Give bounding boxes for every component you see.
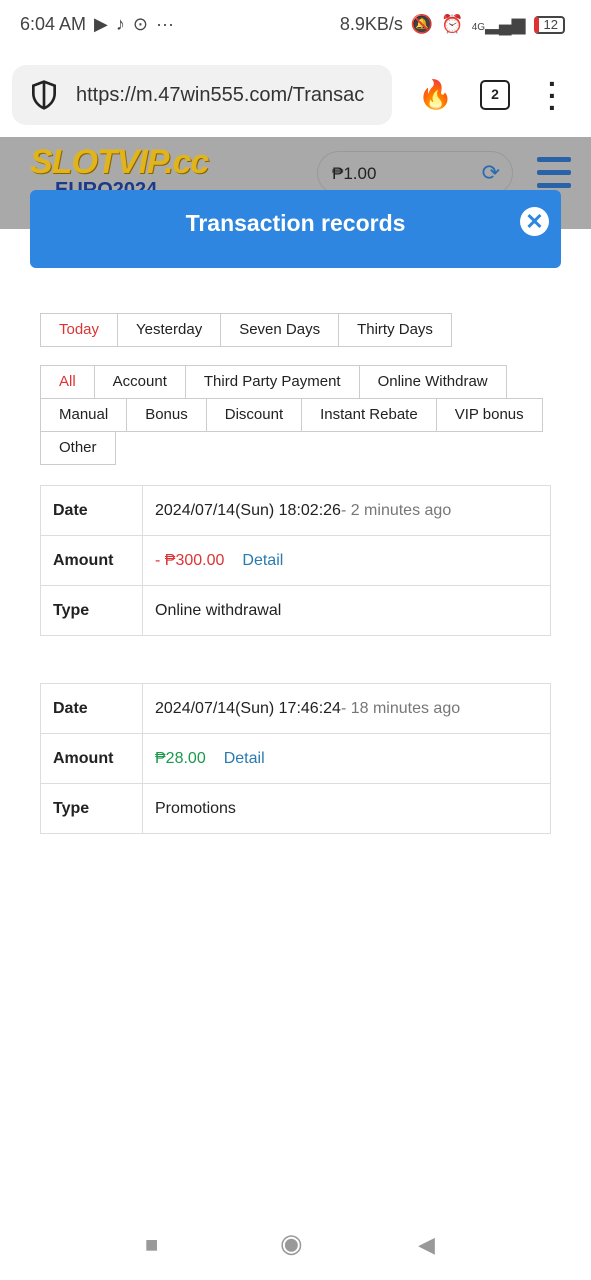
amount-label: Amount bbox=[40, 535, 143, 586]
table-row: Date 2024/07/14(Sun) 17:46:24- 18 minutes… bbox=[40, 683, 551, 734]
clock: 6:04 AM bbox=[20, 14, 87, 34]
period-filter: Today Yesterday Seven Days Thirty Days bbox=[40, 313, 452, 347]
modal-title: Transaction records bbox=[185, 210, 406, 236]
period-seven-days[interactable]: Seven Days bbox=[220, 313, 340, 347]
alarm-icon: ⏰ bbox=[441, 14, 464, 34]
category-discount[interactable]: Discount bbox=[205, 398, 303, 432]
record-date: 2024/07/14(Sun) 17:46:24 bbox=[155, 699, 341, 717]
category-filter: All Account Third Party Payment Online W… bbox=[40, 365, 550, 465]
date-label: Date bbox=[40, 683, 143, 734]
close-icon[interactable]: ✕ bbox=[520, 207, 549, 236]
flame-icon[interactable]: 🔥 bbox=[418, 78, 453, 111]
table-row: Type Promotions bbox=[40, 783, 551, 834]
category-all[interactable]: All bbox=[40, 365, 95, 399]
category-other[interactable]: Other bbox=[40, 431, 116, 465]
category-instant-rebate[interactable]: Instant Rebate bbox=[301, 398, 437, 432]
record-amount: ₱28.00 bbox=[155, 749, 206, 767]
modal-header: Transaction records ✕ bbox=[30, 190, 561, 268]
back-button[interactable]: ◀ bbox=[418, 1232, 435, 1258]
record-ago: - 18 minutes ago bbox=[340, 699, 461, 717]
date-label: Date bbox=[40, 485, 143, 536]
mute-icon: 🔕 bbox=[410, 14, 434, 34]
category-account[interactable]: Account bbox=[93, 365, 186, 399]
site-logo[interactable]: SLOTVIP.cc bbox=[30, 143, 209, 182]
detail-link[interactable]: Detail bbox=[242, 552, 283, 569]
category-third-party-payment[interactable]: Third Party Payment bbox=[184, 365, 360, 399]
record-type: Online withdrawal bbox=[142, 585, 551, 636]
more-icon: ··· bbox=[155, 14, 174, 34]
signal-icon: 4G▂▄▆ bbox=[471, 14, 526, 34]
tiktok-icon: ♪ bbox=[115, 14, 125, 34]
refresh-icon[interactable]: ⟳ bbox=[482, 160, 500, 186]
category-bonus[interactable]: Bonus bbox=[126, 398, 207, 432]
recents-button[interactable]: ■ bbox=[145, 1232, 158, 1258]
category-online-withdraw[interactable]: Online Withdraw bbox=[358, 365, 507, 399]
table-row: Date 2024/07/14(Sun) 18:02:26- 2 minutes … bbox=[40, 485, 551, 536]
record-date: 2024/07/14(Sun) 18:02:26 bbox=[155, 501, 341, 519]
record-amount: - ₱300.00 bbox=[155, 551, 225, 569]
shield-icon[interactable] bbox=[28, 79, 60, 111]
download-icon: ⊙ bbox=[132, 14, 148, 34]
period-thirty-days[interactable]: Thirty Days bbox=[338, 313, 452, 347]
browser-menu-button[interactable]: · · · bbox=[548, 70, 557, 122]
tab-count-button[interactable]: 2 bbox=[480, 80, 510, 110]
table-row: Amount - ₱300.00 Detail bbox=[40, 535, 551, 586]
youtube-icon: ▶ bbox=[94, 14, 108, 34]
category-vip-bonus[interactable]: VIP bonus bbox=[435, 398, 543, 432]
detail-link[interactable]: Detail bbox=[224, 750, 265, 767]
period-today[interactable]: Today bbox=[40, 313, 119, 347]
address-bar[interactable]: https://m.47win555.com/Transac bbox=[12, 65, 392, 125]
category-manual[interactable]: Manual bbox=[40, 398, 128, 432]
table-row: Type Online withdrawal bbox=[40, 585, 551, 636]
type-label: Type bbox=[40, 585, 143, 636]
url-text[interactable]: https://m.47win555.com/Transac bbox=[76, 84, 364, 107]
type-label: Type bbox=[40, 783, 143, 834]
record-ago: - 2 minutes ago bbox=[340, 501, 452, 519]
network-speed: 8.9KB/s bbox=[339, 14, 403, 34]
table-row: Amount ₱28.00 Detail bbox=[40, 733, 551, 784]
record-table: Date 2024/07/14(Sun) 17:46:24- 18 minutes… bbox=[40, 683, 551, 834]
record-table: Date 2024/07/14(Sun) 18:02:26- 2 minutes … bbox=[40, 485, 551, 636]
status-bar: 6:04 AM ▶ ♪ ⊙ ··· 8.9KB/s 🔕 ⏰ 4G▂▄▆ 12 bbox=[0, 0, 591, 50]
balance-value: ₱1.00 bbox=[332, 164, 377, 183]
home-button[interactable]: ◉ bbox=[280, 1228, 303, 1259]
balance-box: ₱1.00 ⟳ bbox=[317, 151, 513, 195]
battery-icon: 12 bbox=[533, 15, 565, 34]
network-type: 4G bbox=[471, 22, 486, 33]
period-yesterday[interactable]: Yesterday bbox=[117, 313, 222, 347]
record-type: Promotions bbox=[142, 783, 551, 834]
amount-label: Amount bbox=[40, 733, 143, 784]
